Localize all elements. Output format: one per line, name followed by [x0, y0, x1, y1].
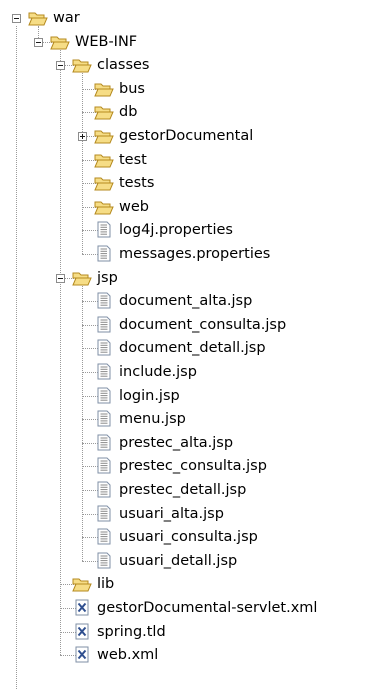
tree-guide-line [82, 285, 83, 561]
collapse-toggle[interactable] [12, 14, 21, 23]
tree-item-label: war [53, 10, 80, 26]
tree-file-item[interactable]: document_detall.jsp [94, 337, 266, 359]
folder-open-icon [94, 198, 114, 216]
text-file-icon [94, 245, 114, 263]
tree-file-item[interactable]: log4j.properties [94, 219, 233, 241]
tree-file-item[interactable]: usuari_alta.jsp [94, 503, 224, 525]
tree-file-item[interactable]: login.jsp [94, 385, 180, 407]
folder-open-icon [94, 80, 114, 98]
tree-item-label: prestec_alta.jsp [119, 434, 234, 451]
tree-file-item[interactable]: menu.jsp [94, 408, 186, 430]
tree-item-label: web.xml [97, 647, 159, 664]
tree-item-label: usuari_alta.jsp [119, 505, 224, 522]
tree-file-item[interactable]: usuari_consulta.jsp [94, 526, 258, 548]
tree-folder-item[interactable]: WEB-INF [50, 31, 137, 53]
tree-item-label: usuari_detall.jsp [119, 552, 238, 569]
jsp-file-icon [94, 292, 114, 310]
tree-item-label: tests [119, 175, 155, 192]
tree-item-label: jsp [97, 269, 118, 286]
xml-file-icon [72, 646, 92, 664]
jsp-file-icon [94, 387, 114, 405]
tree-file-item[interactable]: document_alta.jsp [94, 290, 252, 312]
tree-item-label: login.jsp [119, 387, 180, 404]
xml-file-icon [72, 599, 92, 617]
jsp-file-icon [94, 457, 114, 475]
folder-open-icon [94, 151, 114, 169]
tree-item-label: document_consulta.jsp [119, 316, 287, 333]
tree-folder-item[interactable]: classes [72, 54, 149, 76]
text-file-icon [94, 221, 114, 239]
tree-folder-item[interactable]: bus [94, 78, 145, 100]
tree-item-label: web [119, 198, 149, 215]
xml-file-icon [72, 623, 92, 641]
folder-open-icon [94, 127, 114, 145]
tree-folder-item[interactable]: tests [94, 172, 154, 194]
tree-item-label: gestorDocumental-servlet.xml [97, 600, 318, 616]
jsp-file-icon [94, 505, 114, 523]
tree-file-item[interactable]: prestec_detall.jsp [94, 479, 246, 501]
tree-folder-item[interactable]: gestorDocumental [94, 125, 253, 147]
jsp-file-icon [94, 552, 114, 570]
tree-item-label: bus [119, 80, 145, 97]
jsp-file-icon [94, 481, 114, 499]
tree-folder-item[interactable]: lib [72, 573, 114, 595]
tree-file-item[interactable]: usuari_detall.jsp [94, 550, 237, 572]
tree-item-label: gestorDocumental [119, 128, 254, 144]
folder-open-icon [72, 575, 92, 593]
tree-item-label: WEB-INF [75, 33, 138, 50]
tree-file-item[interactable]: prestec_consulta.jsp [94, 455, 267, 477]
tree-item-label: document_detall.jsp [119, 340, 266, 357]
tree-item-label: db [119, 104, 138, 121]
tree-file-item[interactable]: gestorDocumental-servlet.xml [72, 597, 317, 619]
tree-guide-line [60, 49, 61, 656]
tree-item-label: test [119, 151, 147, 168]
tree-item-label: menu.jsp [119, 411, 186, 428]
tree-folder-item[interactable]: web [94, 196, 149, 218]
jsp-file-icon [94, 339, 114, 357]
file-tree: war WEB-INF classes bus db gestorDocumen… [0, 0, 366, 689]
tree-item-label: messages.properties [119, 246, 271, 262]
tree-folder-item[interactable]: db [94, 101, 137, 123]
tree-folder-item[interactable]: test [94, 149, 147, 171]
collapse-toggle[interactable] [56, 273, 65, 283]
jsp-file-icon [94, 363, 114, 381]
folder-open-icon [94, 174, 114, 192]
tree-folder-item[interactable]: jsp [72, 267, 118, 289]
jsp-file-icon [94, 316, 114, 334]
tree-item-label: log4j.properties [119, 222, 233, 239]
tree-file-item[interactable]: messages.properties [94, 243, 270, 265]
tree-file-item[interactable]: include.jsp [94, 361, 197, 383]
tree-item-label: prestec_detall.jsp [119, 482, 247, 498]
tree-file-item[interactable]: document_consulta.jsp [94, 314, 286, 336]
tree-item-label: lib [97, 576, 115, 593]
tree-guide-line [16, 26, 17, 689]
tree-item-label: classes [97, 57, 150, 74]
jsp-file-icon [94, 434, 114, 452]
tree-item-label: usuari_consulta.jsp [119, 529, 258, 546]
tree-item-label: prestec_consulta.jsp [119, 458, 267, 475]
tree-file-item[interactable]: spring.tld [72, 621, 166, 643]
expand-toggle[interactable] [78, 132, 87, 141]
tree-folder-item[interactable]: war [28, 7, 80, 29]
jsp-file-icon [94, 528, 114, 546]
tree-item-label: spring.tld [97, 623, 166, 640]
folder-open-icon [50, 33, 70, 51]
collapse-toggle[interactable] [56, 61, 65, 71]
collapse-toggle[interactable] [34, 37, 43, 47]
tree-guide-line [82, 73, 83, 254]
jsp-file-icon [94, 410, 114, 428]
folder-open-icon [72, 56, 92, 74]
folder-open-icon [94, 103, 114, 121]
tree-file-item[interactable]: prestec_alta.jsp [94, 432, 233, 454]
tree-file-item[interactable]: web.xml [72, 644, 158, 666]
folder-open-icon [28, 9, 48, 27]
folder-open-icon [72, 269, 92, 287]
tree-item-label: document_alta.jsp [119, 293, 253, 310]
tree-item-label: include.jsp [119, 364, 197, 380]
